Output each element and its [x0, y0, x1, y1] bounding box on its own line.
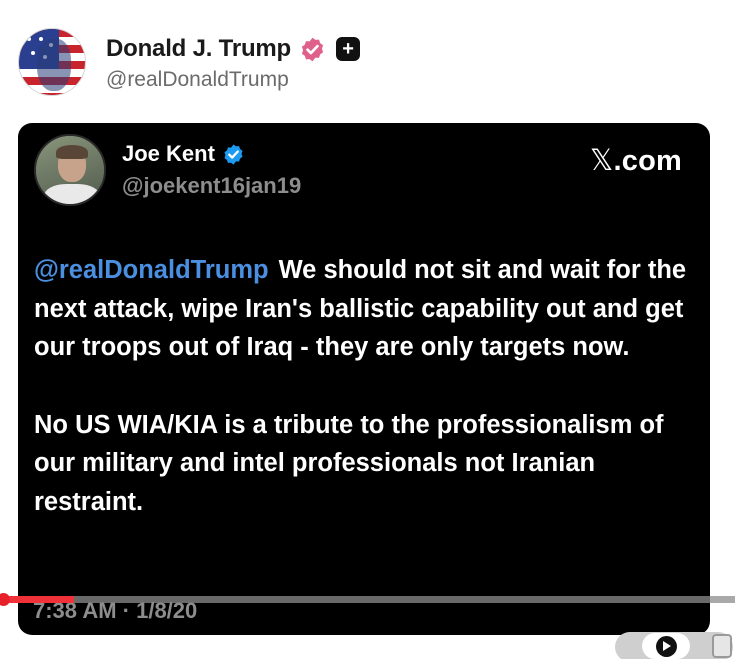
tweet-paragraph: No US WIA/KIA is a tribute to the profes… — [34, 410, 664, 516]
play-icon — [655, 635, 677, 657]
post-header: Donald J. Trump + @realDonaldTrump — [18, 26, 361, 98]
video-scrub-handle[interactable] — [0, 593, 10, 606]
play-button[interactable] — [642, 633, 690, 659]
author-name-row: Donald J. Trump + — [106, 32, 361, 66]
mention-link[interactable]: @realDonaldTrump — [34, 256, 269, 284]
author-avatar[interactable] — [18, 28, 86, 96]
avatar-star — [27, 37, 31, 41]
tweet-author-name-row: Joe Kent — [122, 141, 245, 167]
verified-badge-pink-icon — [299, 36, 326, 63]
author-handle[interactable]: @realDonaldTrump — [106, 68, 360, 92]
video-progress-fill — [0, 596, 74, 603]
avatar-star — [31, 51, 35, 55]
tweet-author-name[interactable]: Joe Kent — [122, 141, 215, 167]
embedded-tweet-card[interactable]: Joe Kent @joekent16jan19 𝕏.com @realDona… — [18, 123, 710, 635]
x-logo-icon: 𝕏 — [589, 143, 614, 177]
avatar-star — [39, 37, 43, 41]
tweet-paragraph: @realDonaldTrump We should not sit and wa… — [34, 251, 694, 367]
avatar-hair — [56, 145, 88, 159]
source-label: 𝕏.com — [590, 143, 682, 178]
author-display-name[interactable]: Donald J. Trump — [106, 35, 291, 63]
video-progress-bar[interactable] — [0, 596, 735, 603]
fullscreen-button[interactable] — [712, 634, 732, 658]
avatar-shirt — [44, 184, 100, 204]
tweet-body: @realDonaldTrump We should not sit and wa… — [34, 251, 694, 521]
tweet-author-handle[interactable]: @joekent16jan19 — [122, 173, 301, 199]
source-domain: .com — [613, 145, 682, 177]
avatar-face — [37, 39, 71, 91]
tweet-author-avatar[interactable] — [34, 134, 106, 206]
plus-square-icon[interactable]: + — [336, 37, 361, 61]
verified-badge-blue-icon — [222, 143, 245, 166]
play-triangle — [663, 641, 671, 651]
author-names: Donald J. Trump + @realDonaldTrump — [106, 32, 361, 92]
